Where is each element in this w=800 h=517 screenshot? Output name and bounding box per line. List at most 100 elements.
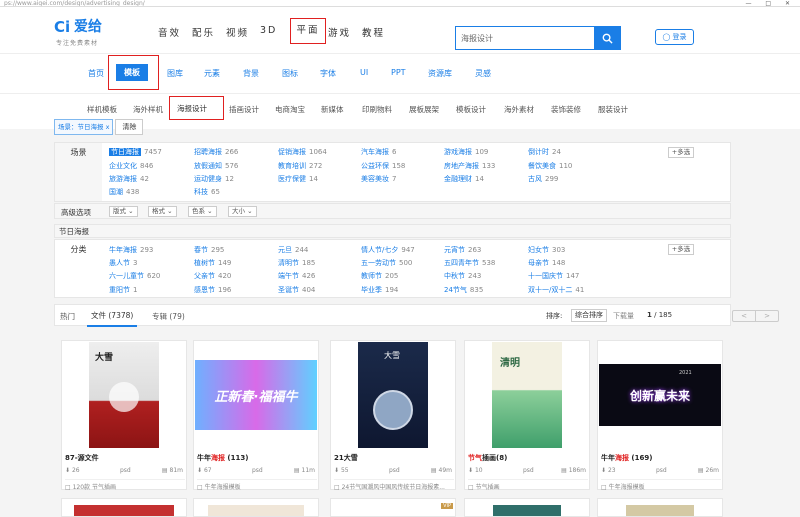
holiday-option[interactable]: 六一儿童节 620	[109, 271, 160, 281]
holiday-option[interactable]: 重阳节 1	[109, 285, 137, 295]
clear-filters-button[interactable]: 清除	[115, 119, 144, 135]
scene-option[interactable]: 古风 299	[528, 174, 558, 184]
card-tags[interactable]: □ 牛年海报模板	[601, 479, 721, 491]
result-card[interactable]	[61, 498, 187, 517]
size-dropdown[interactable]: 大小 ⌄	[228, 206, 257, 217]
holiday-option[interactable]: 春节 295	[194, 245, 224, 255]
holiday-option[interactable]: 教师节 205	[361, 271, 398, 281]
scene-option[interactable]: 企业文化 846	[109, 161, 153, 171]
holiday-option[interactable]: 圣诞节 404	[278, 285, 315, 295]
scene-option[interactable]: 医疗保健 14	[278, 174, 318, 184]
main-nav-sound[interactable]: 音效	[158, 25, 192, 44]
scene-option[interactable]: 教育培训 272	[278, 161, 322, 171]
scene-option[interactable]: 放假通知 576	[194, 161, 238, 171]
holiday-option[interactable]: 元宵节 263	[444, 245, 481, 255]
scene-option[interactable]: 餐饮美食 110	[528, 161, 572, 171]
category-display-rack[interactable]: 展板展架	[409, 104, 439, 115]
holiday-option[interactable]: 愚人节 3	[109, 258, 137, 268]
search-button[interactable]	[594, 27, 620, 49]
subnav-gallery[interactable]: 图库	[167, 68, 183, 79]
color-dropdown[interactable]: 色系 ⌄	[188, 206, 217, 217]
subnav-template[interactable]: 模板	[116, 64, 148, 81]
card-title[interactable]: 21大雪	[334, 453, 358, 463]
card-tags[interactable]: □ 24节气国潮风中国风传统节日海报素...	[334, 479, 454, 491]
subnav-inspiration[interactable]: 灵感	[475, 68, 491, 79]
layout-dropdown[interactable]: 版式 ⌄	[109, 206, 138, 217]
scene-option[interactable]: 科技 65	[194, 187, 220, 197]
logo[interactable]: Ci 爱给 专注免费素材	[54, 17, 102, 47]
scene-option[interactable]: 汽车海报 6	[361, 147, 396, 157]
category-overseas-mockup[interactable]: 海外样机	[133, 104, 163, 115]
card-thumbnail[interactable]: 清明	[465, 341, 589, 449]
holiday-option[interactable]: 十一国庆节 147	[528, 271, 579, 281]
holiday-option[interactable]: 五四青年节 538	[444, 258, 495, 268]
result-card[interactable]: 2021 创新赢未来 牛年海报 (169) ⬇ 23 psd ▤ 26m □ 牛…	[597, 340, 723, 491]
tab-popular[interactable]: 热门	[60, 311, 75, 322]
holiday-option[interactable]: 父亲节 420	[194, 271, 231, 281]
category-mockup[interactable]: 样机模板	[87, 104, 117, 115]
scene-option[interactable]: 节日海报 7457	[109, 147, 162, 157]
holiday-option[interactable]: 感恩节 196	[194, 285, 231, 295]
subnav-fonts[interactable]: 字体	[320, 68, 336, 79]
card-title[interactable]: 87-源文件	[65, 453, 99, 463]
main-nav-music[interactable]: 配乐	[192, 25, 226, 44]
login-button[interactable]: ◯ 登录	[655, 29, 694, 45]
holiday-option[interactable]: 24节气 835	[444, 285, 483, 295]
sort-comprehensive[interactable]: 综合排序	[571, 309, 607, 322]
window-controls[interactable]: — □ ✕	[745, 0, 796, 6]
card-tags[interactable]: □ 牛年海报模板	[197, 479, 317, 491]
main-nav-graphic[interactable]: 平面	[290, 18, 326, 44]
scene-option[interactable]: 促销海报 1064	[278, 147, 327, 157]
result-card[interactable]: 大雪 21大雪 ⬇ 55 psd ▤ 49m □ 24节气国潮风中国风传统节日海…	[330, 340, 456, 491]
browser-url-bar[interactable]: ps://www.aigei.com/design/advertising_de…	[0, 0, 800, 7]
holiday-option[interactable]: 端午节 426	[278, 271, 315, 281]
holiday-multi-select-button[interactable]: +多选	[668, 244, 694, 255]
result-card[interactable]: VIP	[330, 498, 456, 517]
category-poster-design[interactable]: 海报设计	[177, 103, 207, 114]
holiday-option[interactable]: 毕业季 194	[361, 285, 398, 295]
category-clothing[interactable]: 服装设计	[598, 104, 628, 115]
prev-page-button[interactable]: <	[733, 311, 756, 321]
main-nav-tutorial[interactable]: 教程	[362, 25, 396, 44]
subnav-elements[interactable]: 元素	[204, 68, 220, 79]
card-title[interactable]: 节气插画(8)	[468, 453, 507, 463]
scene-option[interactable]: 运动健身 12	[194, 174, 234, 184]
category-print[interactable]: 印刷物料	[362, 104, 392, 115]
card-tags[interactable]: □ 节气插画	[468, 479, 588, 491]
category-decoration[interactable]: 装饰装修	[551, 104, 581, 115]
category-overseas-assets[interactable]: 海外素材	[504, 104, 534, 115]
subnav-icons[interactable]: 图标	[282, 68, 298, 79]
scene-option[interactable]: 房地产海报 133	[444, 161, 495, 171]
category-illustration[interactable]: 插画设计	[229, 104, 259, 115]
scene-option[interactable]: 金融理财 14	[444, 174, 484, 184]
holiday-option[interactable]: 植树节 149	[194, 258, 231, 268]
scene-option[interactable]: 旅游海报 42	[109, 174, 149, 184]
result-card[interactable]	[464, 498, 590, 517]
holiday-option[interactable]: 清明节 185	[278, 258, 315, 268]
format-dropdown[interactable]: 格式 ⌄	[148, 206, 177, 217]
subnav-ui[interactable]: UI	[360, 68, 368, 77]
scene-option[interactable]: 游戏海报 109	[444, 147, 488, 157]
card-thumbnail[interactable]: 大雪	[62, 341, 186, 449]
card-thumbnail[interactable]: 2021 创新赢未来	[598, 341, 722, 449]
subnav-resource-library[interactable]: 资源库	[428, 68, 452, 79]
category-ecommerce[interactable]: 电商淘宝	[275, 104, 305, 115]
holiday-option[interactable]: 元旦 244	[278, 245, 308, 255]
result-card[interactable]: 大雪 87-源文件 ⬇ 26 psd ▤ 81m □ 120款 节气插画	[61, 340, 187, 491]
result-card[interactable]: 正新春·福福牛 牛年海报 (113) ⬇ 67 psd ▤ 11m □ 牛年海报…	[193, 340, 319, 491]
card-thumbnail[interactable]: 大雪	[331, 341, 455, 449]
main-nav-video[interactable]: 视频	[226, 25, 260, 44]
card-thumbnail[interactable]: 正新春·福福牛	[194, 341, 318, 449]
main-nav-3d[interactable]: 3D	[260, 25, 294, 44]
scene-option[interactable]: 招聘海报 266	[194, 147, 238, 157]
scene-multi-select-button[interactable]: +多选	[668, 147, 694, 158]
sort-downloads[interactable]: 下载量	[613, 311, 634, 321]
tab-files[interactable]: 文件 (7378)	[87, 305, 138, 327]
category-new-media[interactable]: 新媒体	[321, 104, 344, 115]
card-tags[interactable]: □ 120款 节气插画	[65, 479, 185, 491]
card-title[interactable]: 牛年海报 (169)	[601, 453, 652, 463]
scene-option[interactable]: 倒计时 24	[528, 147, 561, 157]
card-title[interactable]: 牛年海报 (113)	[197, 453, 248, 463]
holiday-option[interactable]: 妇女节 303	[528, 245, 565, 255]
tab-albums[interactable]: 专辑 (79)	[152, 311, 185, 322]
